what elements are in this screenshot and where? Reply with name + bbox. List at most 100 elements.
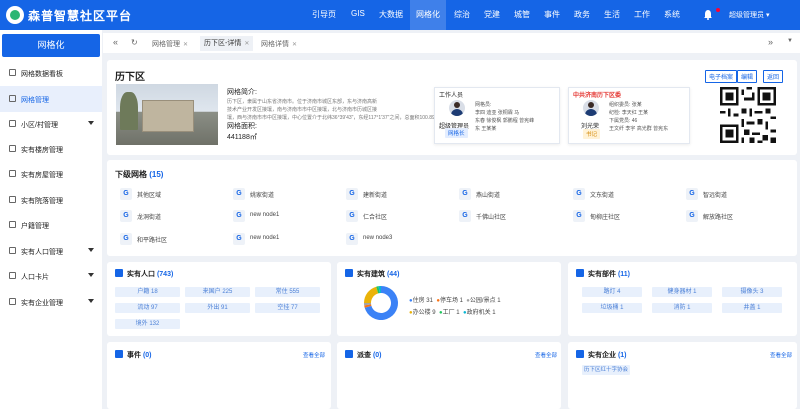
sub-grid-item-label: 千佛山社区 (476, 215, 507, 221)
sub-grid-item[interactable]: Gnew node3 (346, 231, 446, 247)
user-menu[interactable]: 超级管理员 ▾ (729, 10, 769, 20)
sidebar-item-household[interactable]: 户籍管理 (0, 212, 102, 238)
facility-chip[interactable]: 健身器材 1 (652, 287, 712, 297)
sidebar: 网格化 网格数据看板 网格管理 小区/村管理 实有楼房管理 实有房屋管理 实有院… (0, 30, 102, 409)
back-button[interactable]: 返回 (763, 70, 784, 83)
facility-chip[interactable]: 路灯 4 (582, 287, 642, 297)
party-line: 组织委员: 张某 (609, 102, 642, 108)
refresh-icon[interactable]: ↻ (131, 38, 138, 47)
population-chip[interactable]: 外出 91 (185, 303, 250, 313)
enterprise-view-all-link[interactable]: 查看全部 (770, 351, 792, 359)
tasks-view-all-link[interactable]: 查看全部 (535, 351, 557, 359)
sidebar-item-population[interactable]: 实有人口管理 (0, 238, 102, 264)
facility-chip[interactable]: 摄像头 3 (722, 287, 782, 297)
sidebar-item-buildings[interactable]: 实有楼房管理 (0, 136, 102, 162)
sidebar-item-community[interactable]: 小区/村管理 (0, 111, 102, 137)
edit-button[interactable]: 编辑 (737, 70, 758, 83)
enterprise-chip[interactable]: 历下区红十字协会 (582, 365, 630, 375)
sub-grid-item[interactable]: G 千佛山社区 (459, 208, 559, 224)
sidebar-item-grid-management[interactable]: 网格管理 (0, 86, 102, 112)
facility-chip[interactable]: 垃圾桶 1 (582, 303, 642, 313)
nav-item-party[interactable]: 党建 (484, 9, 500, 20)
role-badge: 书记 (583, 129, 601, 139)
nav-item-government[interactable]: 政务 (574, 9, 590, 20)
card-icon (9, 272, 16, 279)
sub-grid-item[interactable]: G 建新街道 (346, 186, 446, 202)
sub-grid-item[interactable]: G 仁合社区 (346, 208, 446, 224)
population-chip[interactable]: 来国户 225 (185, 287, 250, 297)
sub-grid-item[interactable]: G 姚家街道 (233, 186, 333, 202)
close-icon[interactable]: ✕ (183, 42, 188, 48)
party-line: 下属党员: 46 (609, 118, 638, 124)
double-chevron-right-icon[interactable]: » (768, 37, 773, 47)
sub-grid-item[interactable]: G 解放路社区 (686, 208, 786, 224)
sub-grid-item[interactable]: G 和平路社区 (120, 231, 220, 247)
sidebar-item-grid-dashboard[interactable]: 网格数据看板 (0, 60, 102, 86)
task-icon (345, 350, 353, 358)
sub-grid-item-label: 建新街道 (363, 193, 388, 199)
chevron-down-icon (88, 248, 94, 252)
sub-grid-item[interactable]: G 文东街道 (573, 186, 673, 202)
close-icon[interactable]: ✕ (292, 42, 297, 48)
sub-grid-item-label: new node1 (250, 212, 280, 218)
tasks-title: 派查 (0) (357, 352, 382, 359)
population-chip[interactable]: 境外 132 (115, 319, 180, 329)
nav-item-work[interactable]: 工作 (634, 9, 650, 20)
legend-row: ●住房 31 ●停车场 1 ●公园/景点 1 (409, 298, 501, 304)
nav-item-system[interactable]: 系统 (664, 9, 680, 20)
legend-row: ●办公楼 9 ●工厂 1 ●政府机关 1 (409, 310, 496, 316)
avatar (449, 100, 465, 116)
party-card: 中共济南历下区委 刘光荣 书记 组织委员: 张某 纪检: 李天红 王某 下属党员… (568, 87, 690, 144)
sub-grid-item[interactable]: G 甸柳庄社区 (573, 208, 673, 224)
buildings-card: 实有建筑 (44) ●住房 31 ●停车场 1 ●公园/景点 1 ●办公楼 9 … (337, 262, 561, 336)
tab-grid-management[interactable]: 网格管理 ✕ (152, 39, 188, 49)
sidebar-item-enterprise[interactable]: 实有企业管理 (0, 289, 102, 315)
nav-item-grid[interactable]: 网格化 (410, 0, 446, 30)
sub-grid-item-label: 解放路社区 (703, 215, 734, 221)
sub-grid-item[interactable]: G 燕山街道 (459, 186, 559, 202)
sidebar-item-courtyards[interactable]: 实有院落管理 (0, 187, 102, 213)
sub-grid-item[interactable]: Gnew node1 (233, 208, 333, 224)
household-icon (9, 221, 16, 228)
grid-node-icon: G (459, 188, 471, 200)
sidebar-item-person-card[interactable]: 人口卡片 (0, 263, 102, 289)
nav-item-gis[interactable]: GIS (351, 9, 365, 18)
sidebar-item-houses[interactable]: 实有房屋管理 (0, 161, 102, 187)
staff-line: 东 王某某 (475, 126, 497, 132)
events-view-all-link[interactable]: 查看全部 (303, 351, 325, 359)
sub-grid-item-label: 和平路社区 (137, 238, 168, 244)
facility-chip[interactable]: 井盖 1 (722, 303, 782, 313)
nav-item-event[interactable]: 事件 (544, 9, 560, 20)
sub-grid-item[interactable]: G 智远街道 (686, 186, 786, 202)
sub-grid-item-label: 智远街道 (703, 193, 728, 199)
nav-item-life[interactable]: 生活 (604, 9, 620, 20)
sub-grid-item-label: 文东街道 (590, 193, 615, 199)
nav-item-guide[interactable]: 引导页 (312, 9, 336, 20)
nav-item-governance[interactable]: 综治 (454, 9, 470, 20)
sub-grid-item-label: 其他区域 (137, 193, 162, 199)
population-chip[interactable]: 常住 555 (255, 287, 320, 297)
close-icon[interactable]: ✕ (244, 41, 249, 47)
sub-grid-item[interactable]: G 龙洞街道 (120, 208, 220, 224)
bell-icon[interactable] (703, 9, 713, 20)
role-badge: 网格长 (445, 128, 468, 138)
population-chip[interactable]: 流动 97 (115, 303, 180, 313)
notification-dot (716, 8, 720, 12)
staff-card: 工作人员 超级管理员 网格长 网格员: 李四 迪亚 张桐霖 马 东春 徐俊枫 郭… (434, 87, 560, 144)
nav-item-urban[interactable]: 城管 (514, 9, 530, 20)
population-chip[interactable]: 户籍 18 (115, 287, 180, 297)
sub-grid-item[interactable]: G 其他区域 (120, 186, 220, 202)
chevron-down-icon[interactable]: ▼ (787, 38, 793, 44)
archive-button[interactable]: 电子档案 (705, 70, 738, 83)
tab-grid-detail[interactable]: 网格详情 ✕ (261, 39, 297, 49)
nav-item-bigdata[interactable]: 大数据 (379, 9, 403, 20)
facility-chip[interactable]: 消防 1 (652, 303, 712, 313)
area-value: 441188㎡ (227, 134, 257, 141)
double-chevron-left-icon[interactable]: « (113, 37, 118, 47)
party-title: 中共济南历下区委 (573, 93, 622, 99)
population-title: 实有人口 (743) (127, 271, 174, 278)
sub-grid-item[interactable]: Gnew node1 (233, 231, 333, 247)
district-name: 历下区 (115, 72, 145, 83)
population-chip[interactable]: 空挂 77 (255, 303, 320, 313)
tab-district-detail[interactable]: 历下区-详情 ✕ (200, 36, 254, 51)
